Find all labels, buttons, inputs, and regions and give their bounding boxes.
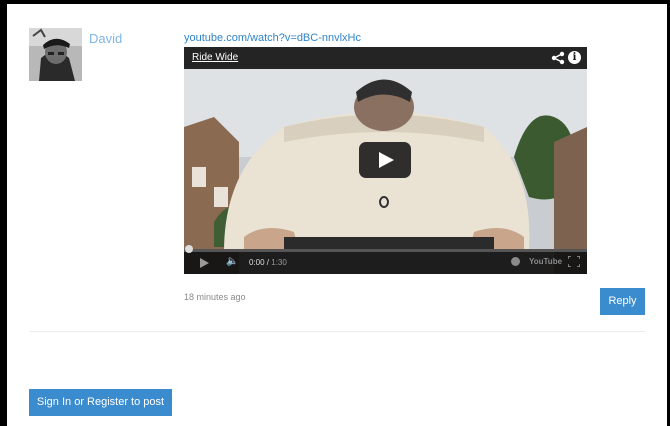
volume-icon[interactable]: 🔈	[226, 256, 238, 267]
video-player[interactable]: Ride Wide i 🔈 0:00 / 1:30 YouTube	[184, 47, 587, 274]
video-controls: 🔈 0:00 / 1:30 YouTube	[184, 245, 587, 274]
time-display: 0:00 / 1:30	[249, 258, 287, 267]
fullscreen-icon[interactable]	[568, 256, 580, 267]
video-titlebar: Ride Wide i	[184, 47, 587, 69]
play-button[interactable]	[359, 142, 411, 178]
settings-icon[interactable]	[511, 257, 520, 266]
comment-timestamp: 18 minutes ago	[184, 292, 246, 302]
duration: 1:30	[271, 258, 287, 267]
current-time: 0:00	[249, 258, 265, 267]
video-title[interactable]: Ride Wide	[192, 52, 238, 63]
avatar[interactable]	[29, 28, 82, 81]
progress-bar[interactable]	[184, 245, 587, 253]
video-link[interactable]: youtube.com/watch?v=dBC-nnvlxHc	[184, 32, 361, 44]
signin-register-button[interactable]: Sign In or Register to post	[29, 389, 172, 416]
play-icon[interactable]	[200, 258, 209, 268]
progress-scrubber[interactable]	[185, 245, 193, 253]
comment-author[interactable]: David	[89, 31, 122, 46]
youtube-logo[interactable]: YouTube	[529, 257, 562, 266]
divider	[29, 331, 646, 332]
info-icon[interactable]: i	[568, 51, 581, 64]
share-icon[interactable]	[551, 51, 565, 65]
reply-button[interactable]: Reply	[600, 288, 645, 315]
